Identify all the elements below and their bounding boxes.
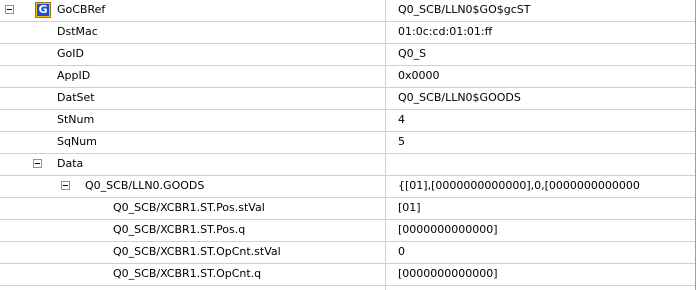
row-name: Q0_SCB/XCBR1.ST.Pos.stVal — [113, 201, 265, 214]
goose-property-tree: G GoCBRef Q0_SCB/LLN0$GO$gcST DstMac 01:… — [0, 0, 696, 290]
tree-row-datset[interactable]: DatSet Q0_SCB/LLN0$GOODS — [0, 88, 695, 110]
row-name: SqNum — [57, 135, 97, 148]
row-value[interactable]: 5 — [398, 135, 405, 149]
tree-row-sqnum[interactable]: SqNum 5 — [0, 132, 695, 154]
goose-control-block-icon: G — [35, 2, 51, 18]
tree-row-opcnt-q[interactable]: Q0_SCB/XCBR1.ST.OpCnt.q [0000000000000] — [0, 264, 695, 286]
row-value[interactable]: [0000000000000] — [398, 223, 498, 237]
goose-icon-letter: G — [37, 3, 49, 16]
row-value[interactable]: {[01],[0000000000000],0,[0000000000000 — [398, 179, 640, 193]
row-name: Q0_SCB/XCBR1.ST.OpCnt.q — [113, 267, 262, 280]
row-value[interactable]: 01:0c:cd:01:01:ff — [398, 25, 492, 39]
row-value[interactable]: Q0_S — [398, 47, 426, 61]
row-value[interactable]: Q0_SCB/LLN0$GO$gcST — [398, 3, 530, 17]
tree-row-opcnt-stval[interactable]: Q0_SCB/XCBR1.ST.OpCnt.stVal 0 — [0, 242, 695, 264]
row-value[interactable]: 0 — [398, 245, 405, 259]
row-name: AppID — [57, 69, 91, 82]
tree-row-appid[interactable]: AppID 0x0000 — [0, 66, 695, 88]
tree-row-pos-stval[interactable]: Q0_SCB/XCBR1.ST.Pos.stVal [01] — [0, 198, 695, 220]
row-name: Q0_SCB/XCBR1.ST.OpCnt.stVal — [113, 245, 281, 258]
row-name: DstMac — [57, 25, 98, 38]
row-value[interactable]: [01] — [398, 201, 421, 215]
row-name: DatSet — [57, 91, 95, 104]
row-value[interactable]: 0x0000 — [398, 69, 440, 83]
tree-row-goid[interactable]: GoID Q0_S — [0, 44, 695, 66]
collapse-toggle-icon[interactable] — [61, 181, 70, 190]
row-value[interactable]: 4 — [398, 113, 405, 127]
tree-row-pos-q[interactable]: Q0_SCB/XCBR1.ST.Pos.q [0000000000000] — [0, 220, 695, 242]
tree-row-gocbref[interactable]: G GoCBRef Q0_SCB/LLN0$GO$gcST — [0, 0, 695, 22]
collapse-toggle-icon[interactable] — [33, 159, 42, 168]
row-separator — [0, 285, 695, 286]
row-name: GoID — [57, 47, 84, 60]
tree-row-data[interactable]: Data — [0, 154, 695, 176]
tree-row-dataset-goods[interactable]: Q0_SCB/LLN0.GOODS {[01],[0000000000000],… — [0, 176, 695, 198]
row-name: StNum — [57, 113, 95, 126]
row-name: Data — [57, 157, 84, 170]
tree-row-dstmac[interactable]: DstMac 01:0c:cd:01:01:ff — [0, 22, 695, 44]
row-name: GoCBRef — [57, 3, 106, 16]
row-name: Q0_SCB/LLN0.GOODS — [85, 179, 205, 192]
row-value[interactable]: [0000000000000] — [398, 267, 498, 281]
collapse-toggle-icon[interactable] — [5, 5, 14, 14]
row-name: Q0_SCB/XCBR1.ST.Pos.q — [113, 223, 246, 236]
row-value[interactable]: Q0_SCB/LLN0$GOODS — [398, 91, 521, 105]
tree-row-stnum[interactable]: StNum 4 — [0, 110, 695, 132]
